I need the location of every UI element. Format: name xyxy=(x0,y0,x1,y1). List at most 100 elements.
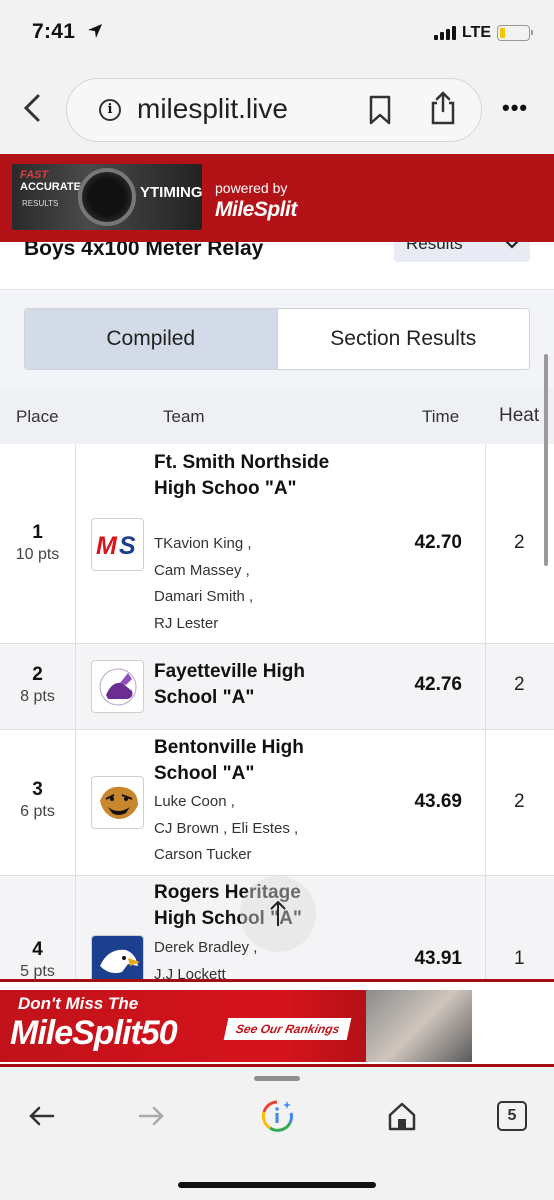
result-time: 42.76 xyxy=(414,674,462,695)
athlete-name[interactable]: Carson Tucker xyxy=(154,842,354,869)
url-bar[interactable]: i milesplit.live xyxy=(66,78,482,142)
ad-timing-image: FAST ACCURATE RESULTS YTIMING xyxy=(12,164,202,230)
svg-text:M: M xyxy=(96,532,118,560)
bottom-ad-banner[interactable]: Don't Miss The MileSplit50 See Our Ranki… xyxy=(0,979,554,1067)
heat-number: 2 xyxy=(514,791,525,812)
heat-cell: 1 xyxy=(485,876,554,979)
forward-arrow-icon[interactable] xyxy=(134,1099,168,1133)
google-lens-icon[interactable] xyxy=(260,1099,294,1133)
team-name[interactable]: Fayetteville High School "A" xyxy=(154,659,334,711)
team-logo xyxy=(91,660,144,713)
place-number: 1 xyxy=(32,522,43,543)
athlete-name[interactable]: RJ Lester xyxy=(154,611,354,638)
info-icon[interactable]: i xyxy=(99,99,121,121)
share-icon[interactable] xyxy=(429,91,457,125)
ad-brand: MileSplit50 xyxy=(10,1014,178,1052)
place-number: 2 xyxy=(32,664,43,685)
vertical-scrollbar[interactable] xyxy=(544,354,548,566)
athlete-name[interactable]: Cam Massey , xyxy=(154,558,354,585)
header-team[interactable]: Team xyxy=(163,407,205,427)
team-logo: M S xyxy=(91,518,144,571)
header-time[interactable]: Time xyxy=(422,407,459,427)
more-options-icon[interactable]: ••• xyxy=(502,97,528,119)
heat-cell: 2 xyxy=(485,730,554,875)
place-number: 3 xyxy=(32,779,43,800)
table-row[interactable]: 2 8 pts Fayetteville High School "A" 42.… xyxy=(0,644,554,730)
ad-line-accurate: ACCURATE xyxy=(20,181,81,193)
milesplit50-ad[interactable]: Don't Miss The MileSplit50 See Our Ranki… xyxy=(0,990,472,1062)
result-time: 43.69 xyxy=(414,791,462,812)
ad-brand: YTIMING xyxy=(140,184,202,201)
table-row[interactable]: 1 10 pts M S Ft. Smith Northside High Sc… xyxy=(0,444,554,644)
results-select-label: Results xyxy=(406,242,463,253)
svg-text:S: S xyxy=(119,532,136,560)
eagle-logo-icon xyxy=(92,936,143,979)
athlete-name[interactable]: Damari Smith , xyxy=(154,584,354,611)
ad-line-results: RESULTS xyxy=(22,199,59,208)
event-header: Boys 4x100 Meter Relay Results xyxy=(0,242,554,290)
place-cell: 1 10 pts xyxy=(0,444,76,643)
see-rankings-button[interactable]: See Our Rankings xyxy=(223,1018,352,1040)
battery-icon xyxy=(497,25,533,41)
status-bar: 7:41 LTE xyxy=(0,0,554,66)
runner-photo xyxy=(366,990,472,1062)
milesplit-logo: MileSplit xyxy=(215,198,297,221)
athlete-name[interactable]: CJ Brown , Eli Estes , xyxy=(154,816,354,843)
powered-by-label: powered by xyxy=(215,180,288,196)
team-name[interactable]: Bentonville High School "A" xyxy=(154,735,334,787)
place-cell: 3 6 pts xyxy=(0,730,76,875)
signal-icon xyxy=(433,26,456,40)
bookmark-icon[interactable] xyxy=(367,95,393,125)
result-time: 43.91 xyxy=(414,948,462,969)
back-chevron-icon[interactable] xyxy=(18,92,46,124)
team-name[interactable]: Ft. Smith Northside High Schoo "A" xyxy=(154,450,334,502)
place-number: 4 xyxy=(32,939,43,960)
athlete-list: TKavion King , Cam Massey , Damari Smith… xyxy=(154,531,354,637)
tab-compiled[interactable]: Compiled xyxy=(25,309,278,369)
results-view-select[interactable]: Results xyxy=(394,242,530,262)
table-row[interactable]: 3 6 pts Bentonville High School "A" Luke… xyxy=(0,730,554,876)
network-label: LTE xyxy=(461,24,491,41)
tab-section-results[interactable]: Section Results xyxy=(278,309,530,369)
browser-toolbar: 5 xyxy=(0,1067,554,1200)
location-arrow-icon xyxy=(88,24,102,38)
event-title: Boys 4x100 Meter Relay xyxy=(24,242,264,260)
ad-line-fast: FAST xyxy=(20,169,49,181)
heat-number: 1 xyxy=(514,948,525,969)
athlete-name[interactable]: J.J Lockett xyxy=(154,962,354,980)
athlete-name[interactable]: Luke Coon , xyxy=(154,789,354,816)
home-icon[interactable] xyxy=(385,1099,419,1133)
tab-switcher-button[interactable]: 5 xyxy=(497,1101,527,1131)
top-ad-banner[interactable]: FAST ACCURATE RESULTS YTIMING powered by… xyxy=(0,154,554,242)
heat-number: 2 xyxy=(514,532,525,553)
athlete-list: Luke Coon , CJ Brown , Eli Estes , Carso… xyxy=(154,789,354,869)
athlete-name[interactable]: TKavion King , xyxy=(154,531,354,558)
team-logo xyxy=(91,935,144,979)
place-cell: 2 8 pts xyxy=(0,644,76,729)
url-text[interactable]: milesplit.live xyxy=(137,93,288,125)
status-time: 7:41 xyxy=(32,20,76,43)
results-table-header: Place Team Time Heat xyxy=(0,388,554,444)
heat-cell: 2 xyxy=(485,644,554,729)
place-points: 5 pts xyxy=(20,963,55,979)
home-indicator[interactable] xyxy=(178,1182,376,1188)
place-points: 6 pts xyxy=(20,803,55,820)
team-logo xyxy=(91,776,144,829)
chevron-down-icon xyxy=(505,242,519,249)
ms-logo-icon: M S xyxy=(96,532,136,560)
scroll-to-top-button[interactable] xyxy=(240,876,316,952)
arrow-up-icon xyxy=(270,900,286,926)
winged-shoe-icon xyxy=(99,668,137,706)
place-points: 8 pts xyxy=(20,688,55,705)
browser-address-row: i milesplit.live ••• xyxy=(0,66,554,154)
tiger-logo-icon xyxy=(100,786,138,819)
heat-number: 2 xyxy=(514,674,525,695)
back-arrow-icon[interactable] xyxy=(25,1099,59,1133)
tabs-area: Compiled Section Results xyxy=(0,290,554,388)
status-indicators: LTE xyxy=(433,24,533,42)
header-heat[interactable]: Heat xyxy=(499,405,539,427)
header-place[interactable]: Place xyxy=(16,407,59,427)
sheet-grabber[interactable] xyxy=(254,1076,300,1081)
place-cell: 4 5 pts xyxy=(0,876,76,979)
results-tabs: Compiled Section Results xyxy=(24,308,530,370)
